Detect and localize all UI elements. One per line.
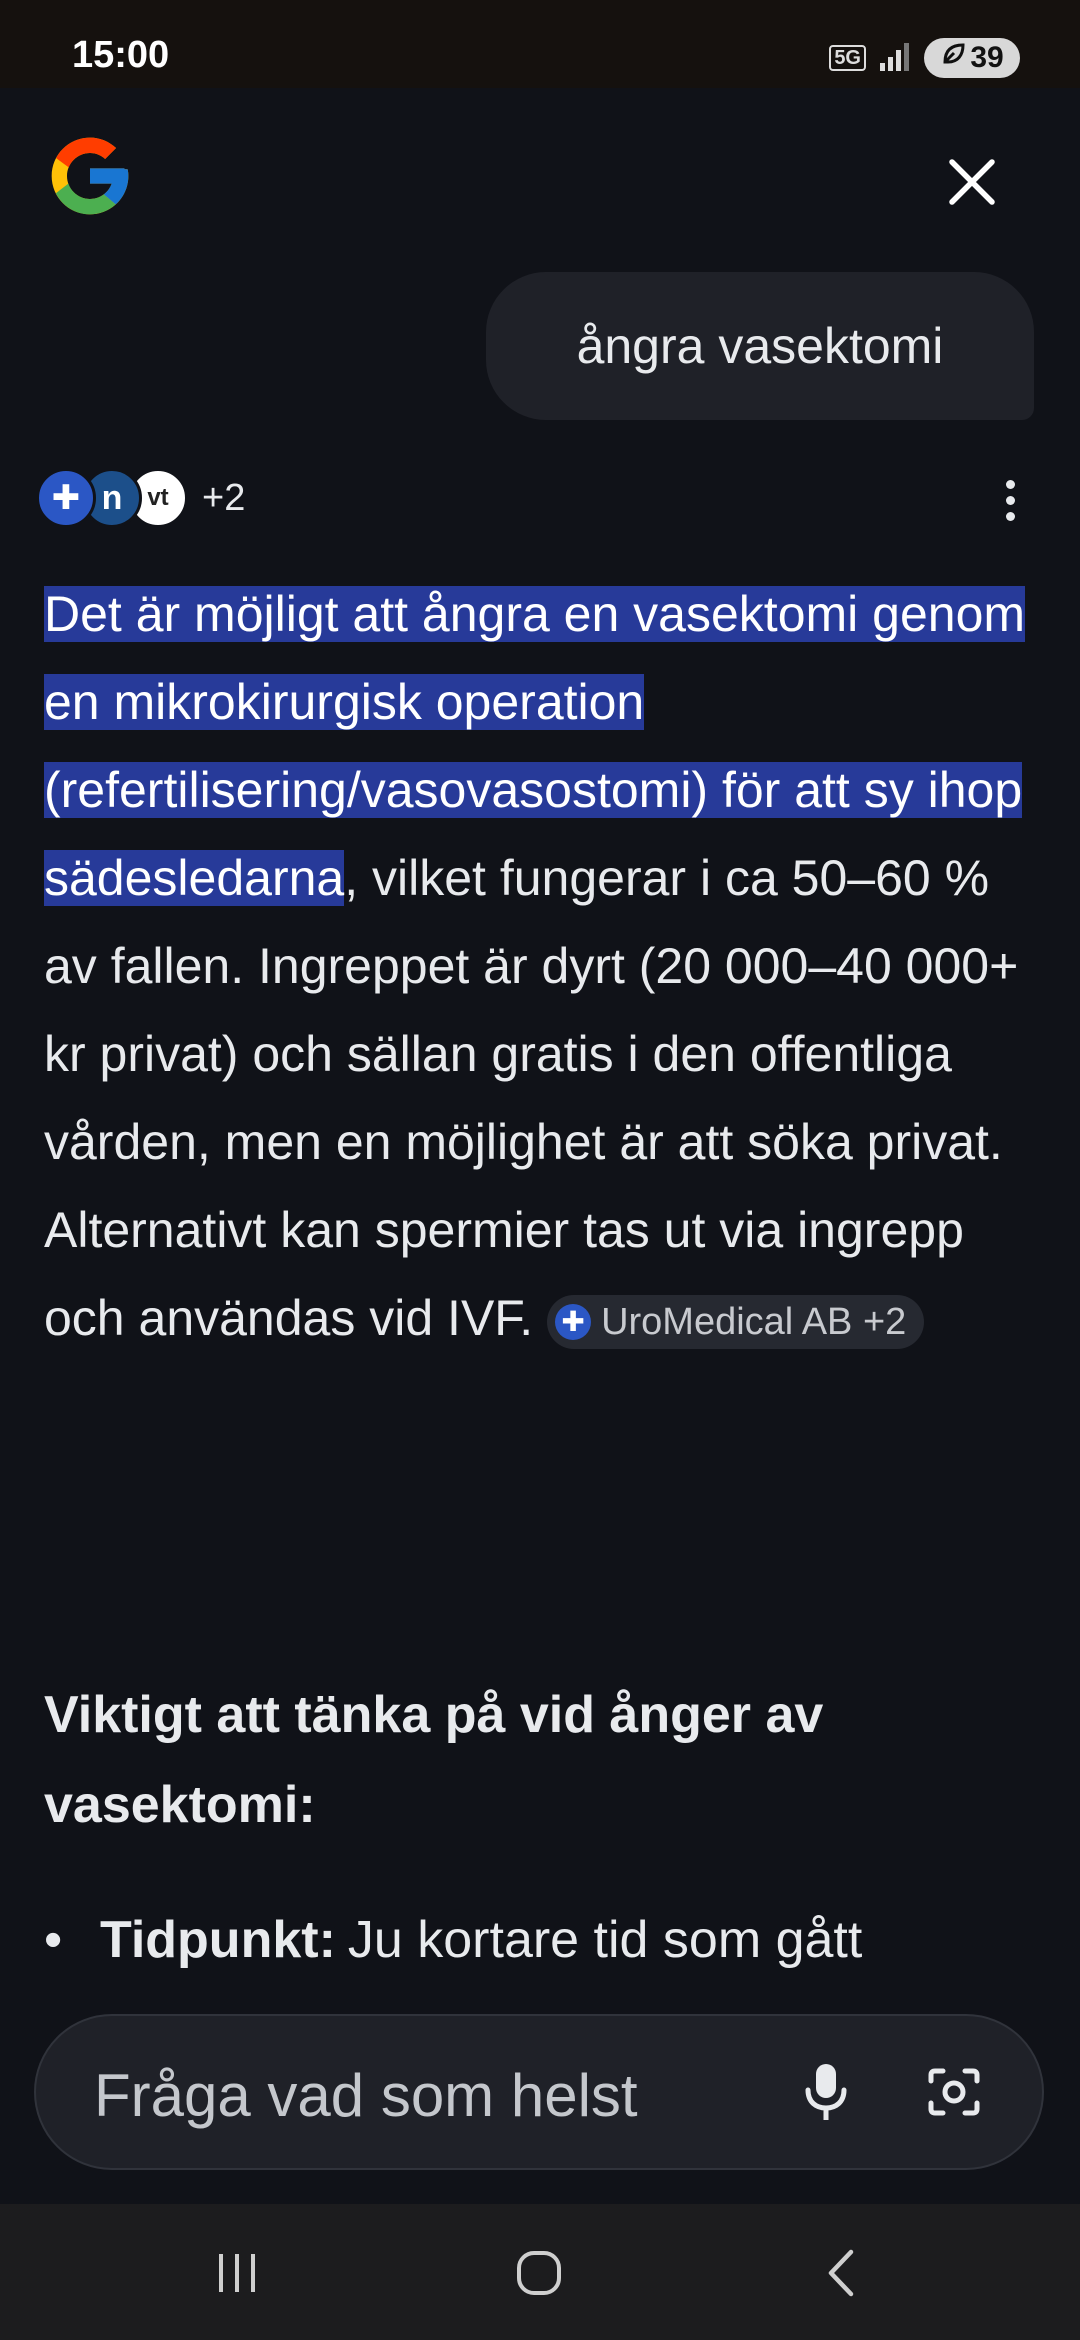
lens-search-button[interactable] xyxy=(916,2056,992,2132)
citation-chip[interactable]: ✚ UroMedical AB +2 xyxy=(547,1294,925,1349)
bullet-text: Ju kortare tid som gått xyxy=(347,1911,863,1969)
battery-saver-icon xyxy=(940,41,966,75)
uromedical-icon: ✚ xyxy=(36,468,96,528)
citation-label: UroMedical AB +2 xyxy=(601,1300,907,1343)
camera-lens-icon xyxy=(925,2065,983,2124)
answer-text: , vilket fungerar i ca 50–60 % av fallen… xyxy=(44,850,1019,1346)
section-heading: Viktigt att tänka på vid ånger av vasekt… xyxy=(44,1686,824,1834)
5g-icon: 5G xyxy=(829,45,866,71)
query-bubble: ångra vasektomi xyxy=(486,272,1034,420)
microphone-icon xyxy=(804,2062,848,2127)
recent-apps-icon xyxy=(214,2250,260,2301)
back-icon xyxy=(821,2248,861,2303)
ask-input[interactable] xyxy=(92,2054,776,2136)
status-time: 15:00 xyxy=(72,34,170,76)
more-dot-icon xyxy=(1005,495,1015,505)
bullet-icon: • xyxy=(44,1911,63,1969)
uromedical-icon: ✚ xyxy=(555,1303,592,1340)
battery-level: 39 xyxy=(970,41,1004,74)
list-item: • Tidpunkt: Ju kortare tid som gått xyxy=(44,1900,1044,1980)
back-button[interactable] xyxy=(796,2240,886,2310)
sources-row[interactable]: ✚ n vt +2 xyxy=(36,468,245,528)
more-dot-icon xyxy=(1005,511,1015,521)
more-dot-icon xyxy=(1005,479,1015,489)
home-icon xyxy=(514,2248,564,2303)
google-g-logo xyxy=(44,130,136,222)
query-text: ångra vasektomi xyxy=(576,318,944,374)
bullet-bold-label: Tidpunkt: xyxy=(100,1911,336,1969)
close-icon xyxy=(947,157,997,212)
battery-indicator: 39 xyxy=(924,38,1020,78)
voice-search-button[interactable] xyxy=(788,2056,864,2132)
ask-bar xyxy=(34,2014,1044,2170)
signal-icon xyxy=(878,41,912,76)
status-bar: 15:00 5G 39 xyxy=(0,0,1080,88)
close-button[interactable] xyxy=(934,146,1010,222)
system-nav-bar xyxy=(0,2204,1080,2340)
sources-more-count: +2 xyxy=(202,476,246,519)
recent-apps-button[interactable] xyxy=(192,2240,282,2310)
home-button[interactable] xyxy=(494,2240,584,2310)
ai-answer-paragraph: Det är möjligt att ångra en vasektomi ge… xyxy=(44,570,1034,1362)
status-icons: 5G 39 xyxy=(829,36,1020,80)
more-options-button[interactable] xyxy=(990,474,1030,526)
